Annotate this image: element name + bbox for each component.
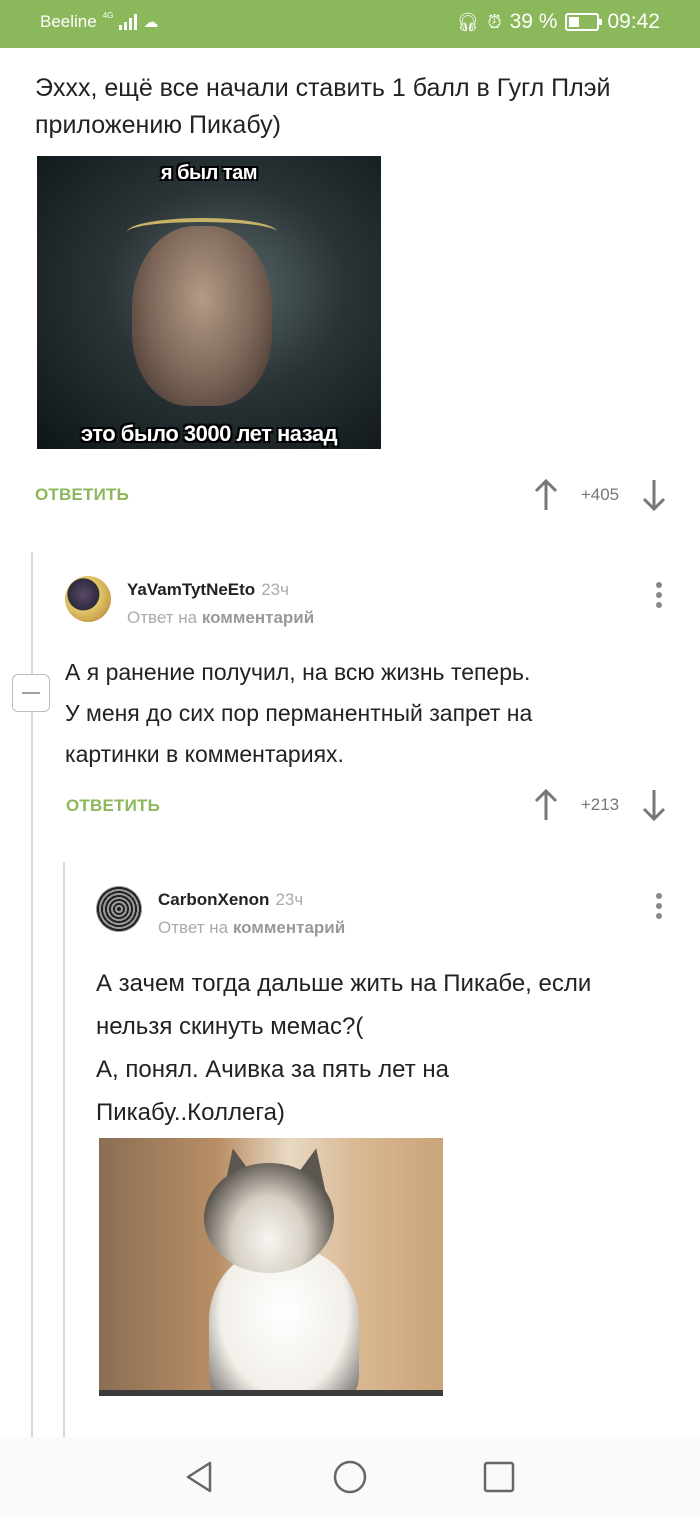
reply-prefix: Ответ на (127, 608, 198, 627)
triangle-back-icon[interactable] (182, 1459, 218, 1495)
username[interactable]: YaVamTytNeEto (127, 580, 255, 599)
reply-target-link[interactable]: комментарий (233, 918, 345, 937)
reply-target-link[interactable]: комментарий (202, 608, 314, 627)
kebab-menu-icon[interactable] (655, 582, 663, 612)
comment-score: +213 (580, 795, 620, 814)
post-reply-button[interactable]: ОТВЕТИТЬ (35, 485, 129, 505)
comment-time: 23ч (261, 580, 289, 599)
username[interactable]: CarbonXenon (158, 890, 269, 909)
comment-cat-image[interactable] (99, 1138, 443, 1396)
thread-line-level-2 (63, 862, 65, 1437)
alarm-icon: ⏰︎ (487, 11, 502, 32)
arrow-up-icon[interactable] (532, 478, 560, 512)
avatar[interactable] (65, 576, 111, 622)
clock: 09:42 (607, 10, 660, 33)
status-left: Beeline 4G ☁ (40, 12, 158, 32)
post-meme-image[interactable]: я был там это было 3000 лет назад (37, 156, 381, 449)
circle-home-icon[interactable] (332, 1459, 368, 1495)
post-score: +405 (580, 485, 620, 504)
comment-line: картинки в комментариях. (65, 741, 344, 767)
meme-circlet (127, 218, 277, 246)
arrow-down-icon[interactable] (640, 478, 668, 512)
comment-time: 23ч (275, 890, 304, 909)
battery-percent: 39 % (509, 10, 558, 33)
meme-face (132, 226, 272, 406)
network-type: 4G (102, 11, 114, 20)
reply-to: Ответ на комментарий (158, 918, 345, 938)
avatar[interactable] (96, 886, 142, 932)
comment-text: А зачем тогда дальше жить на Пикабе, есл… (96, 962, 591, 1134)
comment-vote-bar: +213 (532, 788, 668, 822)
meme-caption-top: я был там (160, 162, 258, 184)
image-bottom-edge (99, 1390, 443, 1396)
cloud-icon: ☁ (143, 14, 159, 31)
comment-line: У меня до сих пор перманентный запрет на (65, 700, 533, 726)
comment-line: А я ранение получил, на всю жизнь теперь… (65, 659, 531, 685)
headset-icon: 🎧︎ (456, 11, 480, 32)
arrow-up-icon[interactable] (532, 788, 560, 822)
post-vote-bar: +405 (532, 478, 668, 512)
comment-reply-button[interactable]: ОТВЕТИТЬ (66, 796, 160, 816)
system-nav-bar (0, 1437, 700, 1517)
carrier-name: Beeline (40, 12, 97, 31)
battery-icon (565, 13, 603, 31)
comment-line: А зачем тогда дальше жить на Пикабе, есл… (96, 970, 592, 997)
comment-line: Пикабу..Коллега) (96, 1099, 285, 1126)
status-right: 🎧︎ ⏰︎ 39 % 09:42 (457, 10, 660, 34)
comment-author[interactable]: YaVamTytNeEto 23ч (127, 580, 289, 600)
arrow-down-icon[interactable] (640, 788, 668, 822)
comment-text: А я ранение получил, на всю жизнь теперь… (65, 652, 532, 775)
comment-line: А, понял. Ачивка за пять лет на (96, 1056, 449, 1083)
square-recent-icon[interactable] (481, 1459, 517, 1495)
collapse-thread-button[interactable] (12, 674, 50, 712)
post-text: Эххх, ещё все начали ставить 1 балл в Гу… (35, 74, 611, 139)
kebab-menu-icon[interactable] (655, 893, 663, 923)
cat-head (204, 1163, 334, 1273)
reply-prefix: Ответ на (158, 918, 229, 937)
comment-author[interactable]: CarbonXenon 23ч (158, 890, 303, 910)
status-bar: Beeline 4G ☁ 🎧︎ ⏰︎ 39 % 09:42 (0, 0, 700, 48)
reply-to: Ответ на комментарий (127, 608, 314, 628)
meme-caption-bottom: это было 3000 лет назад (80, 421, 338, 446)
battery-fill (569, 17, 580, 27)
comment-line: нельзя скинуть мемас?( (96, 1013, 364, 1040)
signal-icon (119, 14, 138, 30)
